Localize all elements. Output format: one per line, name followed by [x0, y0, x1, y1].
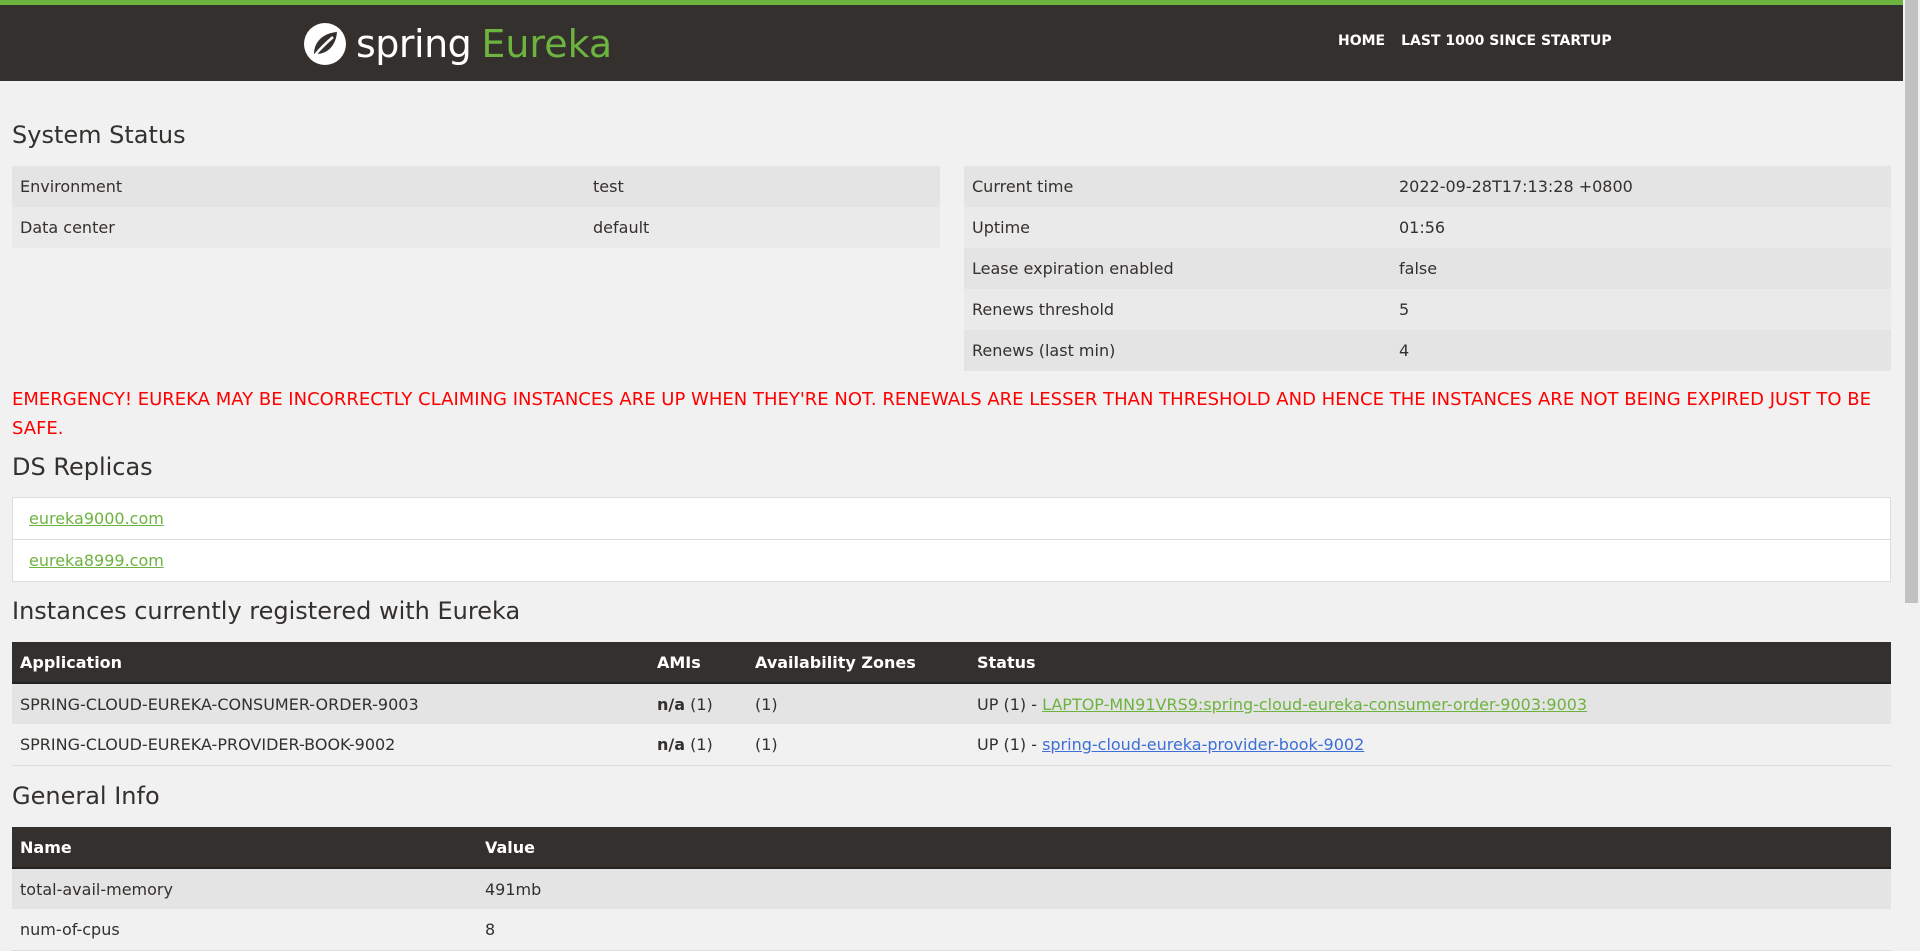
status-label: Current time [964, 166, 1391, 207]
ds-replicas-list: eureka9000.com eureka8999.com [12, 497, 1891, 582]
ami-count: (1) [690, 734, 713, 754]
status-text: UP (1) - [977, 734, 1043, 754]
ami-cell: n/a (1) [649, 724, 747, 766]
replica-link[interactable]: eureka9000.com [29, 509, 164, 528]
system-status-right-table: Current time 2022-09-28T17:13:28 +0800 U… [964, 166, 1891, 371]
table-row: SPRING-CLOUD-EUREKA-CONSUMER-ORDER-9003 … [12, 683, 1891, 724]
status-label: Renews (last min) [964, 330, 1391, 371]
instances-table: Application AMIs Availability Zones Stat… [12, 642, 1891, 766]
status-value: false [1391, 248, 1891, 289]
status-label: Environment [12, 166, 585, 207]
top-navbar: spring Eureka HOME LAST 1000 SINCE START… [0, 0, 1903, 81]
column-header: Availability Zones [747, 642, 969, 684]
status-label: Renews threshold [964, 289, 1391, 330]
table-header-row: Application AMIs Availability Zones Stat… [12, 642, 1891, 684]
ds-replicas-title: DS Replicas [12, 453, 153, 481]
general-info-title: General Info [12, 782, 160, 810]
status-value: test [585, 166, 940, 207]
status-cell: UP (1) - LAPTOP-MN91VRS9:spring-cloud-eu… [969, 683, 1891, 724]
column-header: Application [12, 642, 649, 684]
table-header-row: Name Value [12, 827, 1891, 869]
nav-last-1000-link[interactable]: LAST 1000 SINCE STARTUP [1401, 33, 1612, 49]
list-item: eureka9000.com [13, 498, 1890, 540]
table-row: total-avail-memory 491mb [12, 868, 1891, 909]
spring-leaf-icon [304, 23, 346, 65]
brand-logo[interactable]: spring Eureka [302, 21, 612, 67]
status-row: Current time 2022-09-28T17:13:28 +0800 [964, 166, 1891, 207]
application-name: SPRING-CLOUD-EUREKA-CONSUMER-ORDER-9003 [12, 683, 649, 724]
status-row: Environment test [12, 166, 940, 207]
ami-value: n/a [657, 734, 686, 754]
status-label: Uptime [964, 207, 1391, 248]
status-row: Renews threshold 5 [964, 289, 1891, 330]
status-row: Renews (last min) 4 [964, 330, 1891, 371]
replica-link[interactable]: eureka8999.com [29, 551, 164, 570]
instance-link[interactable]: spring-cloud-eureka-provider-book-9002 [1042, 735, 1364, 754]
status-value: 5 [1391, 289, 1891, 330]
instances-title: Instances currently registered with Eure… [12, 597, 521, 625]
ami-count: (1) [690, 694, 713, 714]
status-value: 01:56 [1391, 207, 1891, 248]
application-name: SPRING-CLOUD-EUREKA-PROVIDER-BOOK-9002 [12, 724, 649, 766]
status-row: Lease expiration enabled false [964, 248, 1891, 289]
status-row: Uptime 01:56 [964, 207, 1891, 248]
info-value: 8 [477, 909, 1891, 951]
status-value: 2022-09-28T17:13:28 +0800 [1391, 166, 1891, 207]
table-row: num-of-cpus 8 [12, 909, 1891, 951]
column-header: Value [477, 827, 1891, 869]
page-scrollbar[interactable] [1903, 0, 1920, 937]
column-header: AMIs [649, 642, 747, 684]
status-value: default [585, 207, 940, 248]
status-label: Data center [12, 207, 585, 248]
list-item: eureka8999.com [13, 540, 1890, 581]
system-status-left-table: Environment test Data center default [12, 166, 940, 248]
column-header: Status [969, 642, 1891, 684]
brand-spring-text: spring [356, 22, 472, 66]
nav-home-link[interactable]: HOME [1338, 33, 1385, 49]
system-status-title: System Status [12, 121, 186, 149]
scrollbar-thumb[interactable] [1905, 0, 1918, 603]
brand-eureka-text: Eureka [481, 22, 613, 66]
status-cell: UP (1) - spring-cloud-eureka-provider-bo… [969, 724, 1891, 766]
status-value: 4 [1391, 330, 1891, 371]
status-row: Data center default [12, 207, 940, 248]
info-name: total-avail-memory [12, 868, 477, 909]
main-nav: HOME LAST 1000 SINCE STARTUP [1338, 33, 1628, 49]
table-row: SPRING-CLOUD-EUREKA-PROVIDER-BOOK-9002 n… [12, 724, 1891, 766]
status-text: UP (1) - [977, 694, 1043, 714]
instance-link[interactable]: LAPTOP-MN91VRS9:spring-cloud-eureka-cons… [1042, 695, 1587, 714]
info-name: num-of-cpus [12, 909, 477, 951]
ami-cell: n/a (1) [649, 683, 747, 724]
zones-cell: (1) [747, 683, 969, 724]
status-label: Lease expiration enabled [964, 248, 1391, 289]
ami-value: n/a [657, 694, 686, 714]
column-header: Name [12, 827, 477, 869]
emergency-warning: EMERGENCY! EUREKA MAY BE INCORRECTLY CLA… [12, 389, 1871, 439]
info-value: 491mb [477, 868, 1891, 909]
general-info-table: Name Value total-avail-memory 491mb num-… [12, 827, 1891, 951]
zones-cell: (1) [747, 724, 969, 766]
